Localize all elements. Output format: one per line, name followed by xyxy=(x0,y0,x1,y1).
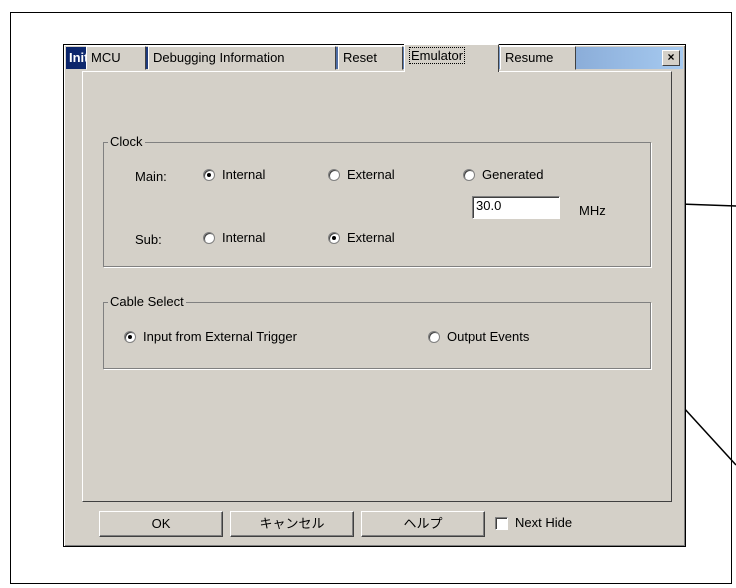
tab-mcu[interactable]: MCU xyxy=(86,46,146,70)
sub-internal-radio[interactable] xyxy=(203,232,215,244)
frequency-input[interactable]: 30.0 xyxy=(472,196,560,219)
ok-button[interactable]: OK xyxy=(99,511,223,537)
cancel-button[interactable]: キャンセル xyxy=(230,511,354,537)
main-internal-radio[interactable] xyxy=(203,169,215,181)
main-generated-radio[interactable] xyxy=(463,169,475,181)
emulator-tab-panel: Clock Cable Select xyxy=(82,71,672,502)
main-internal-label: Internal xyxy=(222,167,266,182)
input-external-trigger-radio[interactable] xyxy=(124,331,136,343)
main-generated-label: Generated xyxy=(482,167,544,182)
main-external-radio[interactable] xyxy=(328,169,340,181)
main-external-label: External xyxy=(347,167,395,182)
input-external-trigger-label: Input from External Trigger xyxy=(143,329,297,344)
tab-reset[interactable]: Reset xyxy=(338,46,403,70)
next-hide-label: Next Hide xyxy=(515,515,573,530)
sub-external-radio[interactable] xyxy=(328,232,340,244)
main-label: Main: xyxy=(135,169,167,184)
tab-emulator[interactable]: Emulator xyxy=(404,44,499,72)
cable-select-group-label: Cable Select xyxy=(108,294,186,309)
close-icon: × xyxy=(667,50,675,64)
output-events-label: Output Events xyxy=(447,329,530,344)
clock-group: Clock xyxy=(103,134,651,267)
next-hide-checkbox[interactable] xyxy=(495,517,508,530)
sub-label: Sub: xyxy=(135,232,162,247)
tab-emulator-label: Emulator xyxy=(409,47,466,64)
tab-debugging-information[interactable]: Debugging Information xyxy=(148,46,336,70)
output-events-radio[interactable] xyxy=(428,331,440,343)
frequency-unit: MHz xyxy=(579,203,606,218)
sub-internal-label: Internal xyxy=(222,230,266,245)
sub-external-label: External xyxy=(347,230,395,245)
clock-group-label: Clock xyxy=(108,134,145,149)
tab-resume[interactable]: Resume xyxy=(500,46,576,70)
help-button[interactable]: ヘルプ xyxy=(361,511,485,537)
frequency-value: 30.0 xyxy=(476,198,502,213)
close-button[interactable]: × xyxy=(662,50,680,66)
